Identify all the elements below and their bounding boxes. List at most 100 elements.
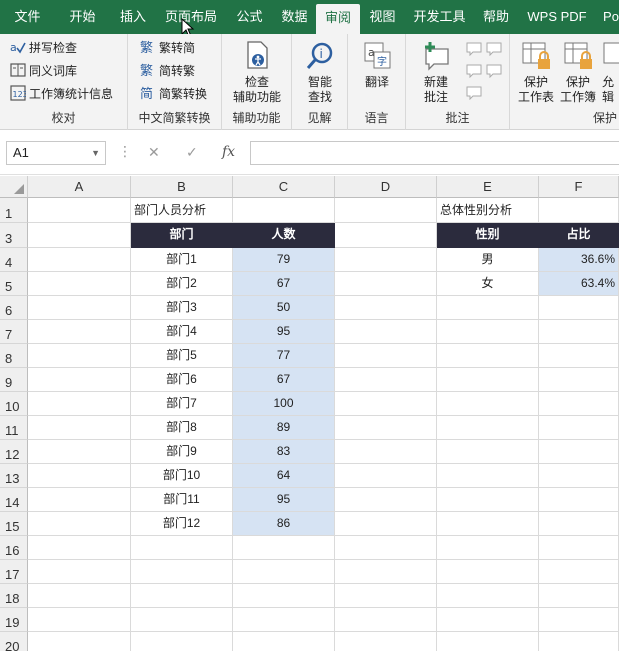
cell[interactable] — [437, 320, 539, 344]
column-header-A[interactable]: A — [28, 176, 131, 198]
dept-name-cell[interactable]: 部门4 — [131, 320, 233, 344]
cell[interactable] — [335, 320, 437, 344]
dept-name-cell[interactable]: 部门1 — [131, 248, 233, 272]
dept-analysis-title[interactable]: 部门人员分析 — [131, 198, 233, 223]
cell[interactable] — [28, 368, 131, 392]
tab-4[interactable]: 公式 — [226, 0, 273, 34]
column-header-C[interactable]: C — [233, 176, 335, 198]
smart-lookup-button[interactable]: i 智能 查找 — [296, 40, 344, 105]
cell[interactable] — [131, 560, 233, 584]
cell[interactable] — [437, 632, 539, 651]
cell[interactable] — [335, 584, 437, 608]
dept-count-cell[interactable]: 100 — [233, 392, 335, 416]
cell[interactable] — [28, 223, 131, 248]
tab-0[interactable]: 文件 — [0, 0, 55, 34]
cell[interactable] — [437, 440, 539, 464]
cell[interactable] — [233, 632, 335, 651]
cell[interactable] — [131, 584, 233, 608]
cell[interactable] — [131, 608, 233, 632]
show-comments-icon[interactable] — [486, 64, 502, 78]
row-header-11[interactable]: 11 — [0, 416, 28, 440]
row-header-13[interactable]: 13 — [0, 464, 28, 488]
cell[interactable] — [539, 440, 619, 464]
cell[interactable] — [28, 512, 131, 536]
cell[interactable] — [539, 488, 619, 512]
cell[interactable] — [437, 584, 539, 608]
row-header-17[interactable]: 17 — [0, 560, 28, 584]
cell[interactable] — [539, 584, 619, 608]
dept-name-cell[interactable]: 部门2 — [131, 272, 233, 296]
gender-header-gender[interactable]: 性别 — [437, 223, 539, 248]
cell[interactable] — [28, 416, 131, 440]
protect-workbook-button[interactable]: 保护 工作簿 — [558, 40, 598, 105]
cell[interactable] — [335, 198, 437, 223]
cell[interactable] — [539, 392, 619, 416]
gender-analysis-title[interactable]: 总体性别分析 — [437, 198, 539, 223]
dept-count-cell[interactable]: 83 — [233, 440, 335, 464]
cell[interactable] — [28, 198, 131, 223]
spelling-button[interactable]: a 拼写检查 — [10, 38, 77, 58]
cell[interactable] — [28, 440, 131, 464]
cell[interactable] — [335, 344, 437, 368]
dept-name-cell[interactable]: 部门12 — [131, 512, 233, 536]
dept-header-count[interactable]: 人数 — [233, 223, 335, 248]
cell[interactable] — [539, 632, 619, 651]
previous-comment-icon[interactable] — [486, 42, 502, 56]
cell[interactable] — [233, 584, 335, 608]
dept-count-cell[interactable]: 67 — [233, 272, 335, 296]
protect-sheet-button[interactable]: 保护 工作表 — [516, 40, 556, 105]
tab-1[interactable]: 开始 — [55, 0, 110, 34]
cell[interactable] — [539, 512, 619, 536]
cell[interactable] — [335, 223, 437, 248]
row-header-5[interactable]: 5 — [0, 272, 28, 296]
cell[interactable] — [335, 440, 437, 464]
cell[interactable] — [28, 296, 131, 320]
dept-count-cell[interactable]: 64 — [233, 464, 335, 488]
cell[interactable] — [233, 560, 335, 584]
cancel-icon[interactable]: ✕ — [148, 144, 160, 161]
next-comment-icon[interactable] — [466, 64, 482, 78]
cell[interactable] — [437, 344, 539, 368]
cell[interactable] — [28, 488, 131, 512]
dept-count-cell[interactable]: 77 — [233, 344, 335, 368]
cell[interactable] — [539, 320, 619, 344]
cell[interactable] — [233, 608, 335, 632]
cell[interactable] — [539, 464, 619, 488]
cell[interactable] — [539, 296, 619, 320]
cell[interactable] — [539, 416, 619, 440]
check-accessibility-button[interactable]: 检查 辅助功能 — [226, 40, 288, 105]
delete-comment-icon[interactable] — [466, 42, 482, 56]
tab-6[interactable]: 审阅 — [316, 4, 360, 34]
cell[interactable] — [335, 608, 437, 632]
cell[interactable] — [539, 536, 619, 560]
column-header-D[interactable]: D — [335, 176, 437, 198]
cell[interactable] — [335, 272, 437, 296]
cell[interactable] — [335, 416, 437, 440]
column-header-B[interactable]: B — [131, 176, 233, 198]
new-comment-button[interactable]: 新建 批注 — [412, 40, 460, 105]
cell[interactable] — [437, 368, 539, 392]
row-header-10[interactable]: 10 — [0, 392, 28, 416]
cell[interactable] — [131, 632, 233, 651]
allow-edit-ranges-button[interactable]: 允 辑 — [602, 40, 619, 105]
cell[interactable] — [28, 344, 131, 368]
row-header-16[interactable]: 16 — [0, 536, 28, 560]
cell[interactable] — [28, 272, 131, 296]
cell[interactable] — [437, 608, 539, 632]
row-header-14[interactable]: 14 — [0, 488, 28, 512]
cell[interactable] — [437, 464, 539, 488]
trad-to-simp-button[interactable]: 繁繁转简 — [140, 38, 195, 58]
enter-icon[interactable]: ✓ — [186, 144, 198, 161]
cell[interactable] — [28, 392, 131, 416]
cell[interactable] — [335, 368, 437, 392]
cell[interactable] — [335, 632, 437, 651]
cell[interactable] — [437, 416, 539, 440]
row-header-15[interactable]: 15 — [0, 512, 28, 536]
dept-count-cell[interactable]: 95 — [233, 320, 335, 344]
show-all-comments-icon[interactable] — [466, 86, 482, 100]
dept-name-cell[interactable]: 部门9 — [131, 440, 233, 464]
cell[interactable] — [335, 296, 437, 320]
select-all-corner[interactable] — [0, 176, 28, 198]
tab-2[interactable]: 插入 — [110, 0, 156, 34]
name-box[interactable]: A1 ▼ — [6, 141, 106, 165]
